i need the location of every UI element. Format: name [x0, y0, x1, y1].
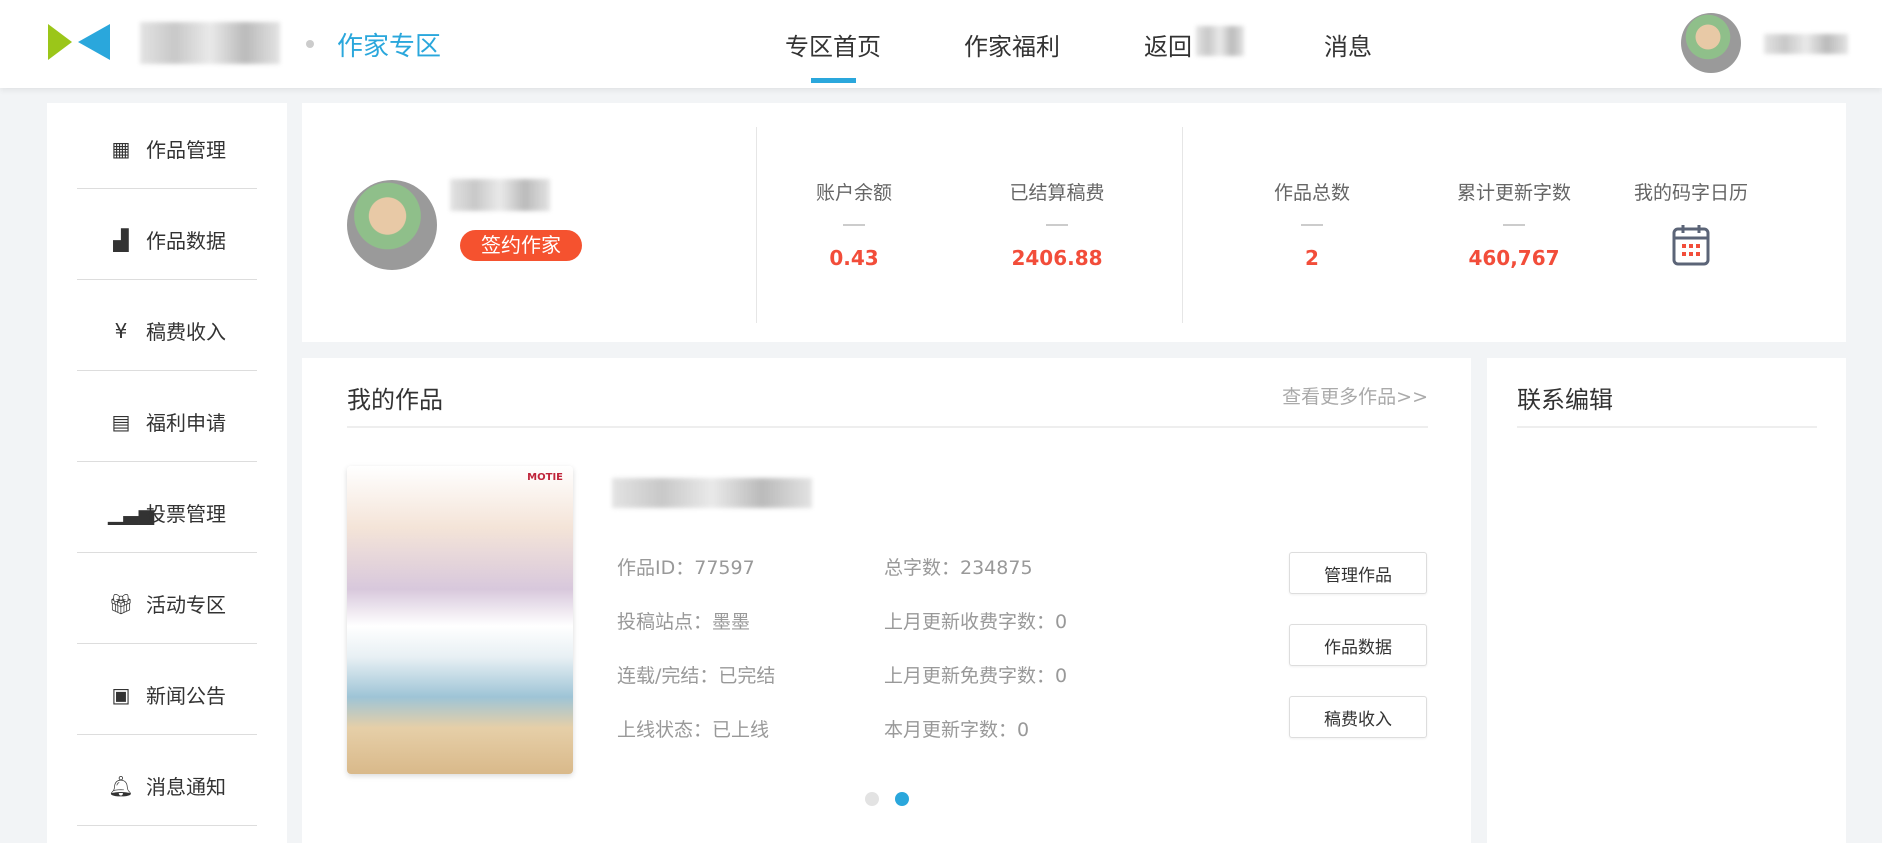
active-nav-underline [811, 78, 856, 83]
stat-label: 作品总数 [1273, 182, 1350, 204]
sidebar-item-label: 稿费收入 [146, 320, 226, 344]
divider [77, 734, 257, 735]
newspaper-icon: ▣ [111, 682, 131, 707]
profile-name-blurred [450, 179, 550, 211]
grid-icon: ▦ [111, 136, 131, 161]
stat-label: 账户余额 [815, 182, 892, 204]
stat-dash [1046, 224, 1068, 226]
sidebar-item-label: 新闻公告 [146, 684, 226, 708]
signal-icon: ▁▃▅ [108, 500, 155, 525]
profile-stats-panel: 签约作家 账户余额 0.43 已结算稿费 2406.88 作品总数 2 累计更新… [302, 103, 1846, 342]
stat-settled-fees: 已结算稿费 2406.88 [967, 178, 1147, 270]
this-month-words: 本月更新字数：0 [884, 719, 1030, 741]
income-button[interactable]: 稿费收入 [1289, 696, 1427, 738]
divider [77, 825, 257, 826]
stat-value: 2 [1305, 246, 1319, 270]
serial-status: 连载/完结：已完结 [617, 665, 776, 687]
stat-value: 0.43 [829, 246, 879, 270]
sidebar-item-events[interactable]: 🎁︎ 活动专区 [47, 558, 287, 649]
bell-icon: 🔔︎ [108, 773, 134, 798]
stat-label: 我的码字日历 [1633, 182, 1748, 204]
sidebar-item-welfare[interactable]: ▤ 福利申请 [47, 376, 287, 467]
online-status: 上线状态：已上线 [617, 719, 770, 741]
divider [1517, 426, 1817, 428]
work-id: 作品ID：77597 [617, 557, 755, 579]
calendar-icon[interactable] [1671, 223, 1711, 267]
last-month-free-words: 上月更新免费字数：0 [884, 665, 1068, 687]
divider [77, 643, 257, 644]
sidebar-item-label: 作品管理 [146, 138, 226, 162]
nav-return[interactable]: 返回 [1144, 27, 1192, 62]
divider [77, 461, 257, 462]
stat-total-works: 作品总数 2 [1222, 178, 1402, 270]
divider [77, 279, 257, 280]
header-avatar[interactable] [1681, 13, 1741, 73]
divider [1182, 127, 1183, 323]
yen-icon: ¥ [114, 318, 128, 343]
sidebar: ▦ 作品管理 ▟ 作品数据 ¥ 稿费收入 ▤ 福利申请 ▁▃▅ 投票管理 🎁︎ 活动专区 ▣… [47, 103, 287, 843]
bar-chart-icon: ▟ [113, 227, 129, 252]
nav-zone-home[interactable]: 专区首页 [785, 27, 881, 62]
signed-author-badge: 签约作家 [460, 230, 582, 261]
nav-author-welfare[interactable]: 作家福利 [964, 27, 1060, 62]
nav-return-blurred [1196, 26, 1244, 56]
stat-value: 2406.88 [1011, 246, 1103, 270]
sidebar-item-label: 投票管理 [146, 502, 226, 526]
submission-site: 投稿站点：墨墨 [617, 611, 751, 633]
divider [77, 370, 257, 371]
contact-editor-panel: 联系编辑 [1487, 358, 1846, 843]
sidebar-item-label: 作品数据 [146, 229, 226, 253]
stat-dash [843, 224, 865, 226]
sidebar-item-works[interactable]: ▦ 作品管理 [47, 103, 287, 194]
sidebar-item-news[interactable]: ▣ 新闻公告 [47, 649, 287, 740]
top-header: 作家专区 专区首页 作家福利 返回 消息 [0, 0, 1882, 88]
zone-title[interactable]: 作家专区 [337, 26, 441, 63]
divider [347, 426, 1428, 428]
sidebar-item-notifications[interactable]: 🔔︎ 消息通知 [47, 740, 287, 831]
writing-calendar[interactable]: 我的码字日历 [1601, 178, 1781, 267]
sidebar-item-data[interactable]: ▟ 作品数据 [47, 194, 287, 285]
stat-label: 已结算稿费 [1009, 182, 1105, 204]
book-cover[interactable]: MOTIE [347, 466, 573, 774]
carousel-dot-1[interactable] [865, 792, 879, 806]
last-month-paid-words: 上月更新收费字数：0 [884, 611, 1068, 633]
stat-total-words: 累计更新字数 460,767 [1424, 178, 1604, 270]
stat-dash [1301, 224, 1323, 226]
divider [756, 127, 757, 323]
carousel-dot-2-active[interactable] [895, 792, 909, 806]
cover-logo-text: MOTIE [527, 472, 563, 483]
gift-icon: 🎁︎ [108, 591, 134, 616]
stat-label: 累计更新字数 [1456, 182, 1571, 204]
book-title-blurred[interactable] [612, 478, 812, 508]
my-works-panel: 我的作品 查看更多作品>> MOTIE 作品ID：77597 投稿站点：墨墨 连… [302, 358, 1471, 843]
header-username-blurred[interactable] [1764, 34, 1848, 54]
sidebar-item-label: 福利申请 [146, 411, 226, 435]
view-more-works-link[interactable]: 查看更多作品>> [1282, 382, 1428, 409]
site-name-blurred [140, 22, 280, 64]
separator-dot [306, 40, 314, 48]
manage-work-button[interactable]: 管理作品 [1289, 552, 1427, 594]
site-logo[interactable] [48, 24, 110, 60]
divider [77, 552, 257, 553]
work-data-button[interactable]: 作品数据 [1289, 624, 1427, 666]
works-title: 我的作品 [347, 386, 443, 414]
nav-messages[interactable]: 消息 [1324, 27, 1372, 62]
stat-account-balance: 账户余额 0.43 [764, 178, 944, 270]
total-words: 总字数：234875 [884, 557, 1033, 579]
divider [77, 188, 257, 189]
profile-avatar [347, 180, 437, 270]
sidebar-item-income[interactable]: ¥ 稿费收入 [47, 285, 287, 376]
sidebar-item-votes[interactable]: ▁▃▅ 投票管理 [47, 467, 287, 558]
sidebar-item-label: 消息通知 [146, 775, 226, 799]
contact-editor-title: 联系编辑 [1517, 386, 1613, 414]
stat-dash [1503, 224, 1525, 226]
document-icon: ▤ [111, 409, 131, 434]
stat-value: 460,767 [1468, 246, 1560, 270]
sidebar-item-label: 活动专区 [146, 593, 226, 617]
